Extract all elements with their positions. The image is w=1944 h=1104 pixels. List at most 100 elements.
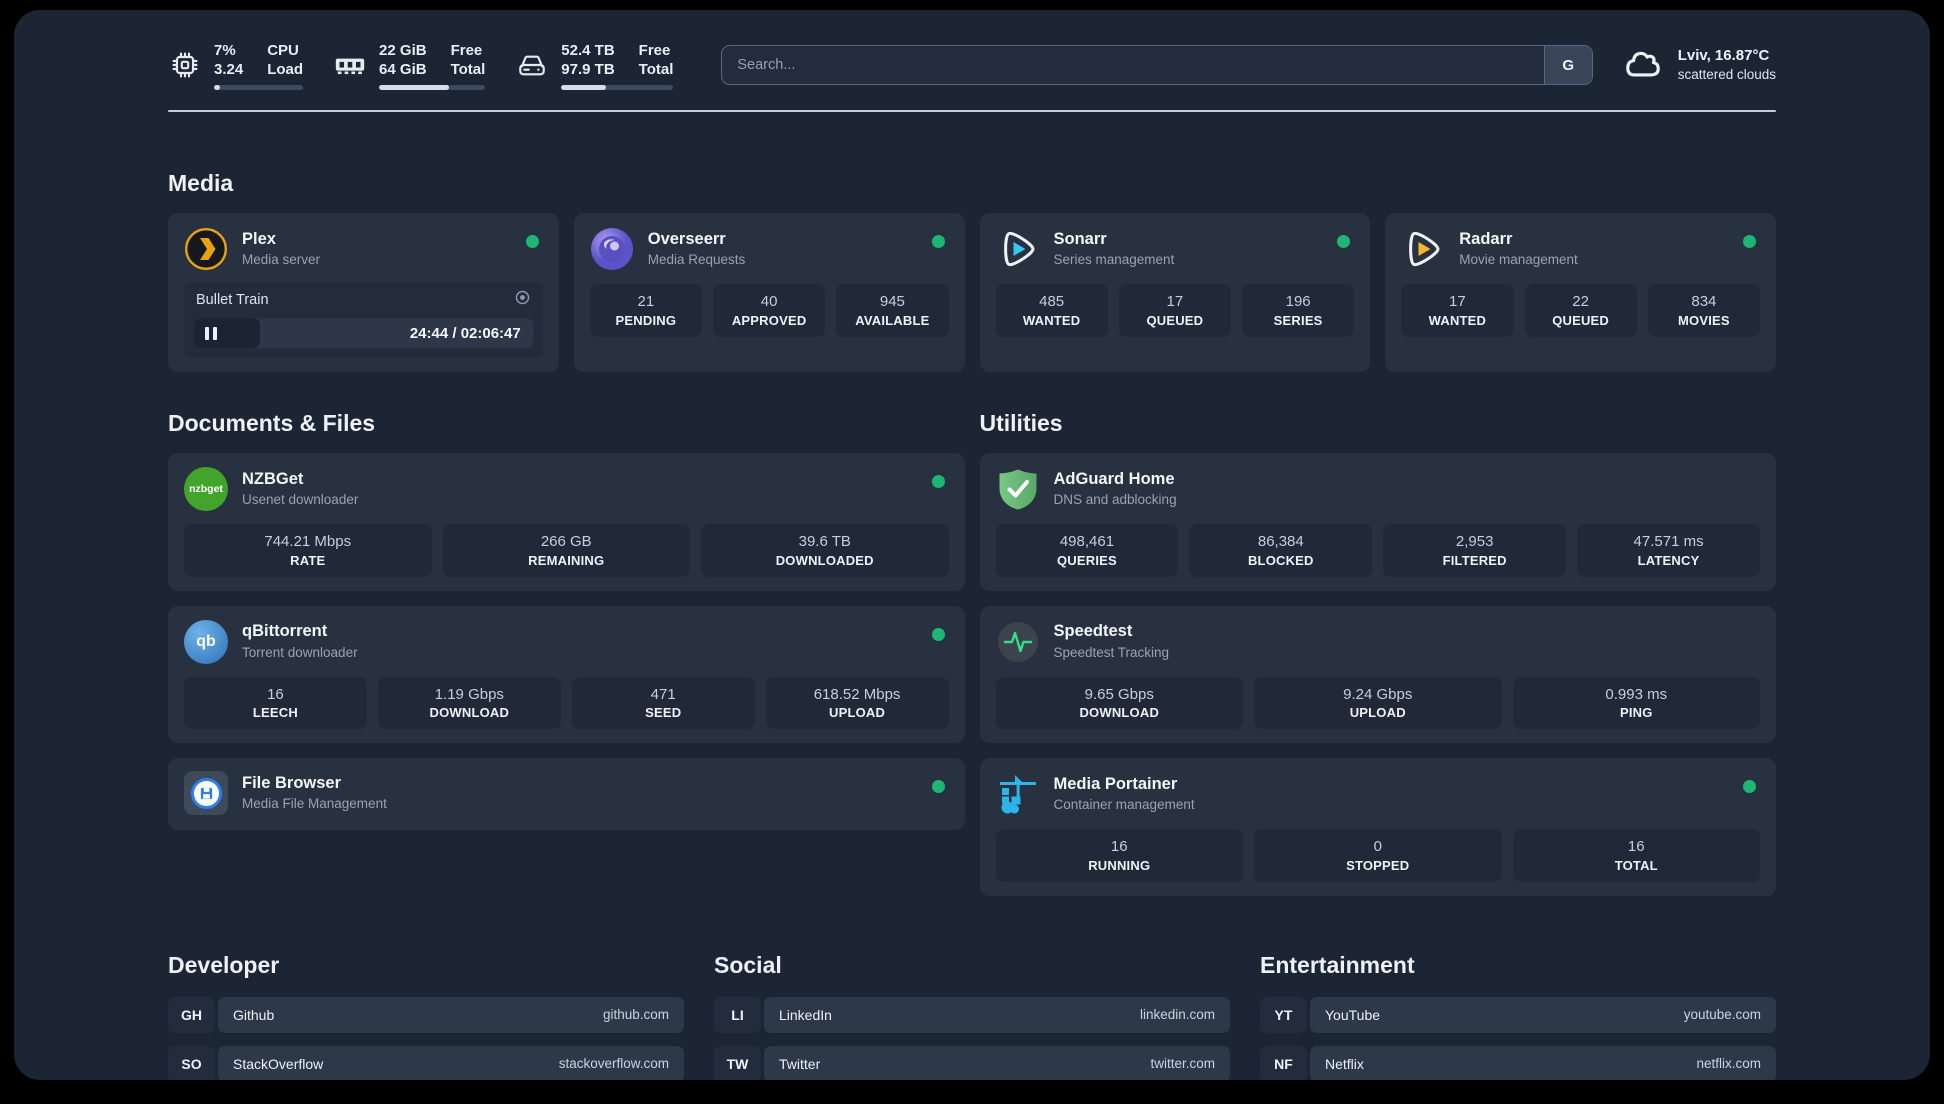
cpu-progress-bar <box>214 84 304 90</box>
bookmark-url: linkedin.com <box>1139 1007 1215 1022</box>
stat-value: 834 <box>1691 293 1717 310</box>
memory-free-value: 22 GiB <box>379 41 427 59</box>
stat-value: 618.52 Mbps <box>813 685 901 703</box>
stat-queued: 22 QUEUED <box>1524 284 1637 337</box>
app-name: File Browser <box>242 773 342 792</box>
memory-widget: 22 GiB 64 GiB Free Total <box>333 41 486 90</box>
app-description: Movie management <box>1459 252 1578 268</box>
stat-available: 945 AVAILABLE <box>836 284 949 337</box>
status-online-dot <box>525 235 539 248</box>
bookmark-netflix[interactable]: NF Netflix netflix.com <box>1260 1045 1776 1080</box>
adguard-icon <box>996 467 1040 511</box>
stat-value: 196 <box>1285 293 1311 310</box>
cpu-chip-icon <box>168 48 202 82</box>
stat-value: 47.571 ms <box>1633 533 1704 550</box>
app-name: Radarr <box>1459 229 1513 248</box>
stat-value: 22 <box>1572 293 1589 310</box>
stat-label: STOPPED <box>1346 857 1410 873</box>
status-online-dot <box>931 780 945 793</box>
bookmark-abbr: YT <box>1260 996 1307 1033</box>
app-card-qbittorrent[interactable]: qb qBittorrent Torrent downloader 16 LEE… <box>168 605 965 743</box>
stat-value: 40 <box>760 293 778 310</box>
bookmark-name: LinkedIn <box>779 1006 832 1023</box>
stat-label: LEECH <box>252 705 298 720</box>
weather-condition: scattered clouds <box>1677 66 1776 82</box>
stat-label: BLOCKED <box>1247 552 1314 568</box>
app-card-plex[interactable]: Plex Media server Bullet Train 24:44 / 0… <box>168 213 559 372</box>
section-entertainment: Entertainment YT YouTube youtube.com NF … <box>1260 951 1776 1080</box>
bookmark-twitter[interactable]: TW Twitter twitter.com <box>714 1045 1230 1080</box>
status-online-dot <box>931 475 945 488</box>
cpu-widget: 7% 3.24 CPU Load <box>168 41 304 90</box>
section-title-entertainment: Entertainment <box>1260 951 1415 978</box>
stat-label: RATE <box>290 552 326 568</box>
cpu-label: CPU <box>267 41 299 59</box>
nzbget-icon: nzbget <box>184 467 228 511</box>
now-playing-title: Bullet Train <box>196 292 269 308</box>
stat-value: 2,953 <box>1455 533 1494 550</box>
app-card-speedtest[interactable]: Speedtest Speedtest Tracking 9.65 Gbps D… <box>979 605 1776 743</box>
stat-wanted: 17 WANTED <box>1401 284 1514 337</box>
stat-download: 1.19 Gbps DOWNLOAD <box>377 676 561 729</box>
memory-free-label: Free <box>450 41 483 59</box>
app-card-radarr[interactable]: Radarr Movie management 17 WANTED 22 QUE… <box>1385 213 1776 372</box>
bookmark-url: stackoverflow.com <box>558 1056 669 1071</box>
stat-value: 471 <box>650 685 676 703</box>
stat-pending: 21 PENDING <box>589 284 702 337</box>
app-card-portainer[interactable]: Media Portainer Container management 16 … <box>979 758 1776 896</box>
plex-now-playing-panel: Bullet Train 24:44 / 02:06:47 <box>184 282 543 358</box>
stat-value: 485 <box>1039 293 1065 310</box>
stat-value: 21 <box>637 293 655 310</box>
disk-progress-bar <box>561 84 674 90</box>
bookmark-linkedin[interactable]: LI LinkedIn linkedin.com <box>714 996 1230 1033</box>
stat-label: LATENCY <box>1637 552 1700 568</box>
radarr-icon <box>1401 227 1445 271</box>
stat-label: PING <box>1619 705 1653 720</box>
disk-total-label: Total <box>638 61 674 78</box>
memory-total-value: 64 GiB <box>379 61 427 78</box>
app-card-overseerr[interactable]: Overseerr Media Requests 21 PENDING 40 A… <box>573 213 965 372</box>
stat-label: SEED <box>645 705 682 720</box>
playback-time: 24:44 / 02:06:47 <box>409 324 521 342</box>
portainer-icon <box>996 772 1040 816</box>
stat-value: 39.6 TB <box>798 533 851 550</box>
search-bar: G <box>721 45 1593 85</box>
plex-icon <box>184 227 228 271</box>
app-name: Overseerr <box>647 229 726 248</box>
app-card-sonarr[interactable]: Sonarr Series management 485 WANTED 17 Q… <box>979 213 1371 372</box>
section-social: Social LI LinkedIn linkedin.com TW Twitt… <box>714 952 1230 1080</box>
search-engine-button[interactable]: G <box>1543 46 1592 84</box>
stat-value: 744.21 Mbps <box>264 533 352 550</box>
bookmark-url: youtube.com <box>1683 1007 1761 1022</box>
stat-queued: 17 QUEUED <box>1118 284 1231 337</box>
section-title-media: Media <box>168 170 234 196</box>
playback-progress-bar[interactable]: 24:44 / 02:06:47 <box>194 318 533 348</box>
stat-value: 945 <box>879 293 905 310</box>
app-card-nzbget[interactable]: nzbget NZBGet Usenet downloader 744.21 M… <box>168 453 965 591</box>
stat-queries: 498,461 QUERIES <box>995 524 1179 577</box>
app-name: AdGuard Home <box>1053 469 1175 488</box>
app-name: Plex <box>242 229 276 248</box>
bookmark-youtube[interactable]: YT YouTube youtube.com <box>1260 996 1776 1033</box>
app-card-adguard[interactable]: AdGuard Home DNS and adblocking 498,461 … <box>979 453 1776 591</box>
stat-value: 1.19 Gbps <box>434 685 504 703</box>
bookmark-name: Netflix <box>1325 1055 1364 1072</box>
stat-value: 0.993 ms <box>1605 685 1668 703</box>
stat-total: 16 TOTAL <box>1512 829 1760 882</box>
stat-label: DOWNLOADED <box>775 552 874 568</box>
search-input[interactable] <box>722 46 1544 84</box>
bookmark-github[interactable]: GH Github github.com <box>168 996 684 1033</box>
stat-value: 9.65 Gbps <box>1084 685 1154 703</box>
app-description: DNS and adblocking <box>1053 492 1177 508</box>
app-card-filebrowser[interactable]: File Browser Media File Management <box>168 758 965 830</box>
bookmark-stackoverflow[interactable]: SO StackOverflow stackoverflow.com <box>168 1045 684 1080</box>
stat-latency: 47.571 ms LATENCY <box>1577 524 1760 577</box>
stat-value: 0 <box>1373 838 1382 855</box>
stat-filtered: 2,953 FILTERED <box>1383 524 1567 577</box>
stat-upload: 618.52 Mbps UPLOAD <box>765 676 949 729</box>
stat-series: 196 SERIES <box>1242 284 1355 337</box>
stat-label: PENDING <box>615 312 677 328</box>
stat-label: UPLOAD <box>829 705 886 720</box>
cpu-sub-label: Load <box>267 61 304 78</box>
speedtest-icon <box>996 620 1040 664</box>
